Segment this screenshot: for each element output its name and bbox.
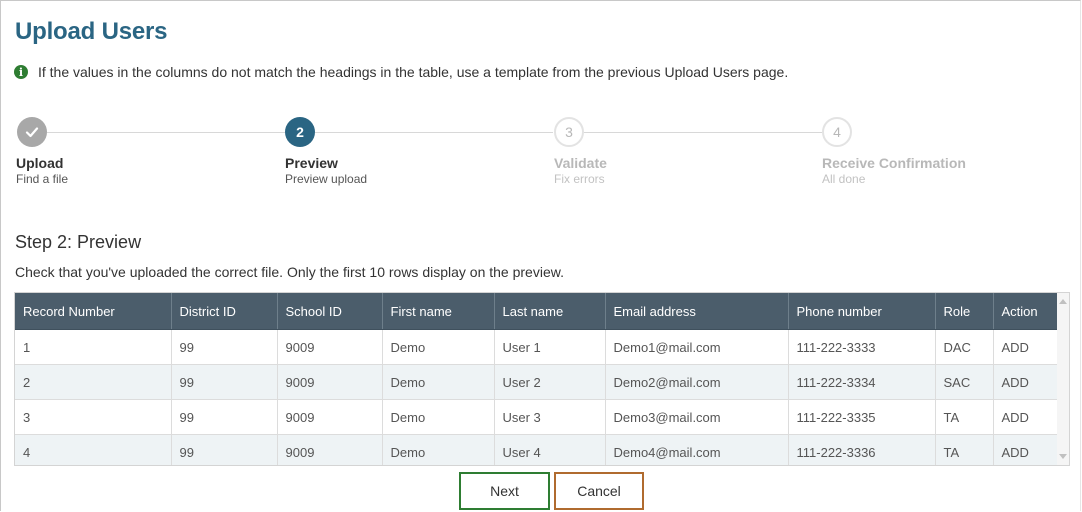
preview-table: Record Number District ID School ID Firs… (15, 293, 1069, 465)
table-cell: Demo4@mail.com (605, 434, 789, 465)
column-header: Phone number (788, 293, 936, 330)
table-cell: 9009 (277, 329, 383, 365)
section-title: Step 2: Preview (15, 232, 142, 252)
step-connector (584, 132, 822, 133)
table-cell: 99 (171, 364, 278, 400)
column-header: Role (935, 293, 994, 330)
table-cell: Demo2@mail.com (605, 364, 789, 400)
table-cell: 9009 (277, 364, 383, 400)
table-cell: Demo (382, 329, 495, 365)
table-cell: 9009 (277, 399, 383, 435)
upload-stepper: Upload Find a file 2 Preview Preview upl… (0, 115, 1082, 195)
table-cell: Demo1@mail.com (605, 329, 789, 365)
step-2-sub: Preview upload (285, 172, 368, 186)
step-1-sub: Find a file (16, 172, 69, 186)
table-cell: User 2 (494, 364, 606, 400)
table-cell: 111-222-3333 (788, 329, 936, 365)
table-cell: TA (935, 434, 994, 465)
table-cell: 111-222-3334 (788, 364, 936, 400)
next-button[interactable]: Next (459, 472, 550, 510)
table-cell: 111-222-3335 (788, 399, 936, 435)
table-cell: 111-222-3336 (788, 434, 936, 465)
table-cell: 4 (15, 434, 172, 465)
page-title: Upload Users (15, 18, 168, 45)
step-connector (47, 132, 285, 133)
preview-table-container[interactable]: Record Number District ID School ID Firs… (14, 292, 1070, 466)
table-row: 4 99 9009 Demo User 4 Demo4@mail.com 111… (15, 434, 1069, 465)
table-cell: 2 (15, 364, 172, 400)
table-cell: Demo (382, 434, 495, 465)
table-cell: Demo (382, 399, 495, 435)
column-header: Record Number (15, 293, 172, 330)
scroll-up-arrow-icon[interactable] (1059, 299, 1067, 304)
info-circle-icon: i (14, 65, 28, 79)
table-cell: 99 (171, 329, 278, 365)
info-message: i If the values in the columns do not ma… (14, 64, 788, 80)
step-2-label: Preview (285, 155, 338, 171)
table-cell: Demo (382, 364, 495, 400)
column-header: School ID (277, 293, 383, 330)
column-header: District ID (171, 293, 278, 330)
table-cell: User 1 (494, 329, 606, 365)
step-4-sub: All done (822, 172, 866, 186)
table-cell: 99 (171, 399, 278, 435)
scroll-down-arrow-icon[interactable] (1059, 454, 1067, 459)
table-cell: User 3 (494, 399, 606, 435)
table-cell: 3 (15, 399, 172, 435)
table-cell: User 4 (494, 434, 606, 465)
column-header: Email address (605, 293, 789, 330)
step-3-circle: 3 (554, 117, 584, 147)
step-1-label: Upload (16, 155, 64, 171)
table-row: 1 99 9009 Demo User 1 Demo1@mail.com 111… (15, 329, 1069, 365)
step-4-circle: 4 (822, 117, 852, 147)
step-3-label: Validate (554, 155, 607, 171)
table-cell: SAC (935, 364, 994, 400)
table-row: 3 99 9009 Demo User 3 Demo3@mail.com 111… (15, 399, 1069, 435)
table-cell: TA (935, 399, 994, 435)
checkmark-icon (25, 127, 39, 138)
step-2-circle: 2 (285, 117, 315, 147)
step-4-label: Receive Confirmation (822, 155, 966, 171)
table-row: 2 99 9009 Demo User 2 Demo2@mail.com 111… (15, 364, 1069, 400)
table-cell: 99 (171, 434, 278, 465)
column-header: First name (382, 293, 495, 330)
table-scrollbar[interactable] (1057, 293, 1069, 465)
info-text: If the values in the columns do not matc… (38, 64, 789, 80)
section-description: Check that you've uploaded the correct f… (15, 264, 564, 280)
step-3-sub: Fix errors (554, 172, 605, 186)
step-1-circle (17, 117, 47, 147)
cancel-button[interactable]: Cancel (554, 472, 644, 510)
table-cell: 9009 (277, 434, 383, 465)
table-cell: 1 (15, 329, 172, 365)
table-cell: DAC (935, 329, 994, 365)
step-connector (315, 132, 553, 133)
table-cell: Demo3@mail.com (605, 399, 789, 435)
table-header-row: Record Number District ID School ID Firs… (15, 293, 1069, 330)
column-header: Last name (494, 293, 606, 330)
